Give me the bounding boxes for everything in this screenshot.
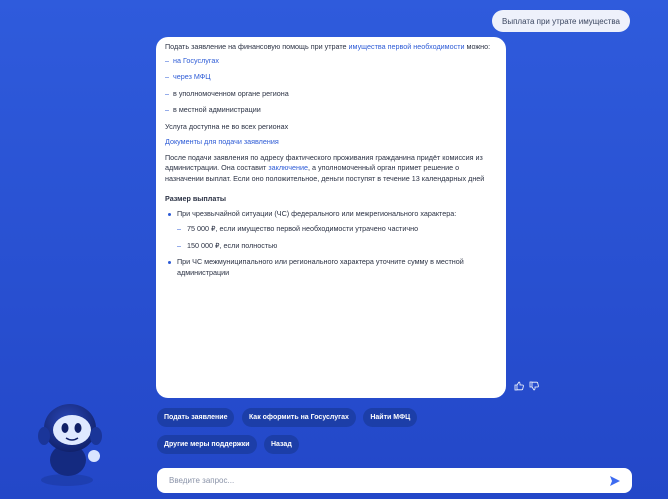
payment-sublist: 75 000 ₽, если имущество первой необходи… xyxy=(177,224,497,251)
bot-message-card: Подать заявление на финансовую помощь пр… xyxy=(156,37,506,398)
thumbs-up-icon[interactable] xyxy=(514,378,524,391)
way-gosuslugi-link[interactable]: на Госуслугах xyxy=(173,56,219,65)
chip-other-support[interactable]: Другие меры поддержки xyxy=(157,435,257,454)
user-message-bubble: Выплата при утрате имущества xyxy=(492,10,630,32)
chip-find-mfc[interactable]: Найти МФЦ xyxy=(363,408,418,427)
payment-heading: Размер выплаты xyxy=(165,194,226,203)
way-region-text: в уполномоченном органе региона xyxy=(173,88,289,98)
process-text: После подачи заявления по адресу фактиче… xyxy=(165,153,497,185)
essential-property-link[interactable]: имущества первой необходимости xyxy=(349,42,465,51)
way-mfc-link[interactable]: через МФЦ xyxy=(173,72,211,81)
intro-text: Подать заявление на финансовую помощь пр… xyxy=(165,42,497,53)
payment-item-federal-text: При чрезвычайной ситуации (ЧС) федеральн… xyxy=(177,208,457,218)
chip-back[interactable]: Назад xyxy=(264,435,299,454)
send-icon[interactable] xyxy=(608,474,622,488)
payment-sub-partial: 75 000 ₽, если имущество первой необходи… xyxy=(177,224,497,235)
conclusion-link[interactable]: заключение xyxy=(268,163,308,172)
intro-pre: Подать заявление на финансовую помощь пр… xyxy=(165,42,349,51)
dash-icon: – xyxy=(165,55,169,65)
documents-link[interactable]: Документы для подачи заявления xyxy=(165,137,279,146)
feedback-buttons xyxy=(514,378,539,391)
quick-replies: Подать заявление Как оформить на Госуслу… xyxy=(157,406,507,460)
chip-how-gosuslugi[interactable]: Как оформить на Госуслугах xyxy=(241,408,356,427)
payment-item-regional: При ЧС межмуниципального или регионально… xyxy=(165,257,497,278)
payment-list: При чрезвычайной ситуации (ЧС) федеральн… xyxy=(165,209,497,279)
user-message-text: Выплата при утрате имущества xyxy=(502,16,620,26)
way-gosuslugi: – на Госуслугах xyxy=(165,56,497,67)
thumbs-down-icon[interactable] xyxy=(529,378,539,391)
payment-sub-full: 150 000 ₽, если полностью xyxy=(177,241,497,252)
ways-list: – на Госуслугах – через МФЦ – в уполномочен… xyxy=(165,56,497,116)
dash-icon: – xyxy=(165,88,169,98)
availability-text: Услуга доступна не во всех регионах xyxy=(165,121,289,131)
dash-icon: – xyxy=(165,105,169,114)
chip-submit-application[interactable]: Подать заявление xyxy=(157,408,235,427)
intro-post: можно: xyxy=(464,42,491,51)
way-region: – в уполномоченном органе региона xyxy=(165,89,497,100)
way-admin: – в местной администрации xyxy=(165,105,497,116)
dash-icon: – xyxy=(165,72,169,81)
payment-item-federal: При чрезвычайной ситуации (ЧС) федеральн… xyxy=(165,209,497,252)
robot-assistant-avatar xyxy=(32,388,132,488)
way-admin-text: в местной администрации xyxy=(173,105,261,114)
query-input-bar xyxy=(157,468,632,493)
way-mfc: – через МФЦ xyxy=(165,72,497,83)
query-input[interactable] xyxy=(167,475,608,486)
